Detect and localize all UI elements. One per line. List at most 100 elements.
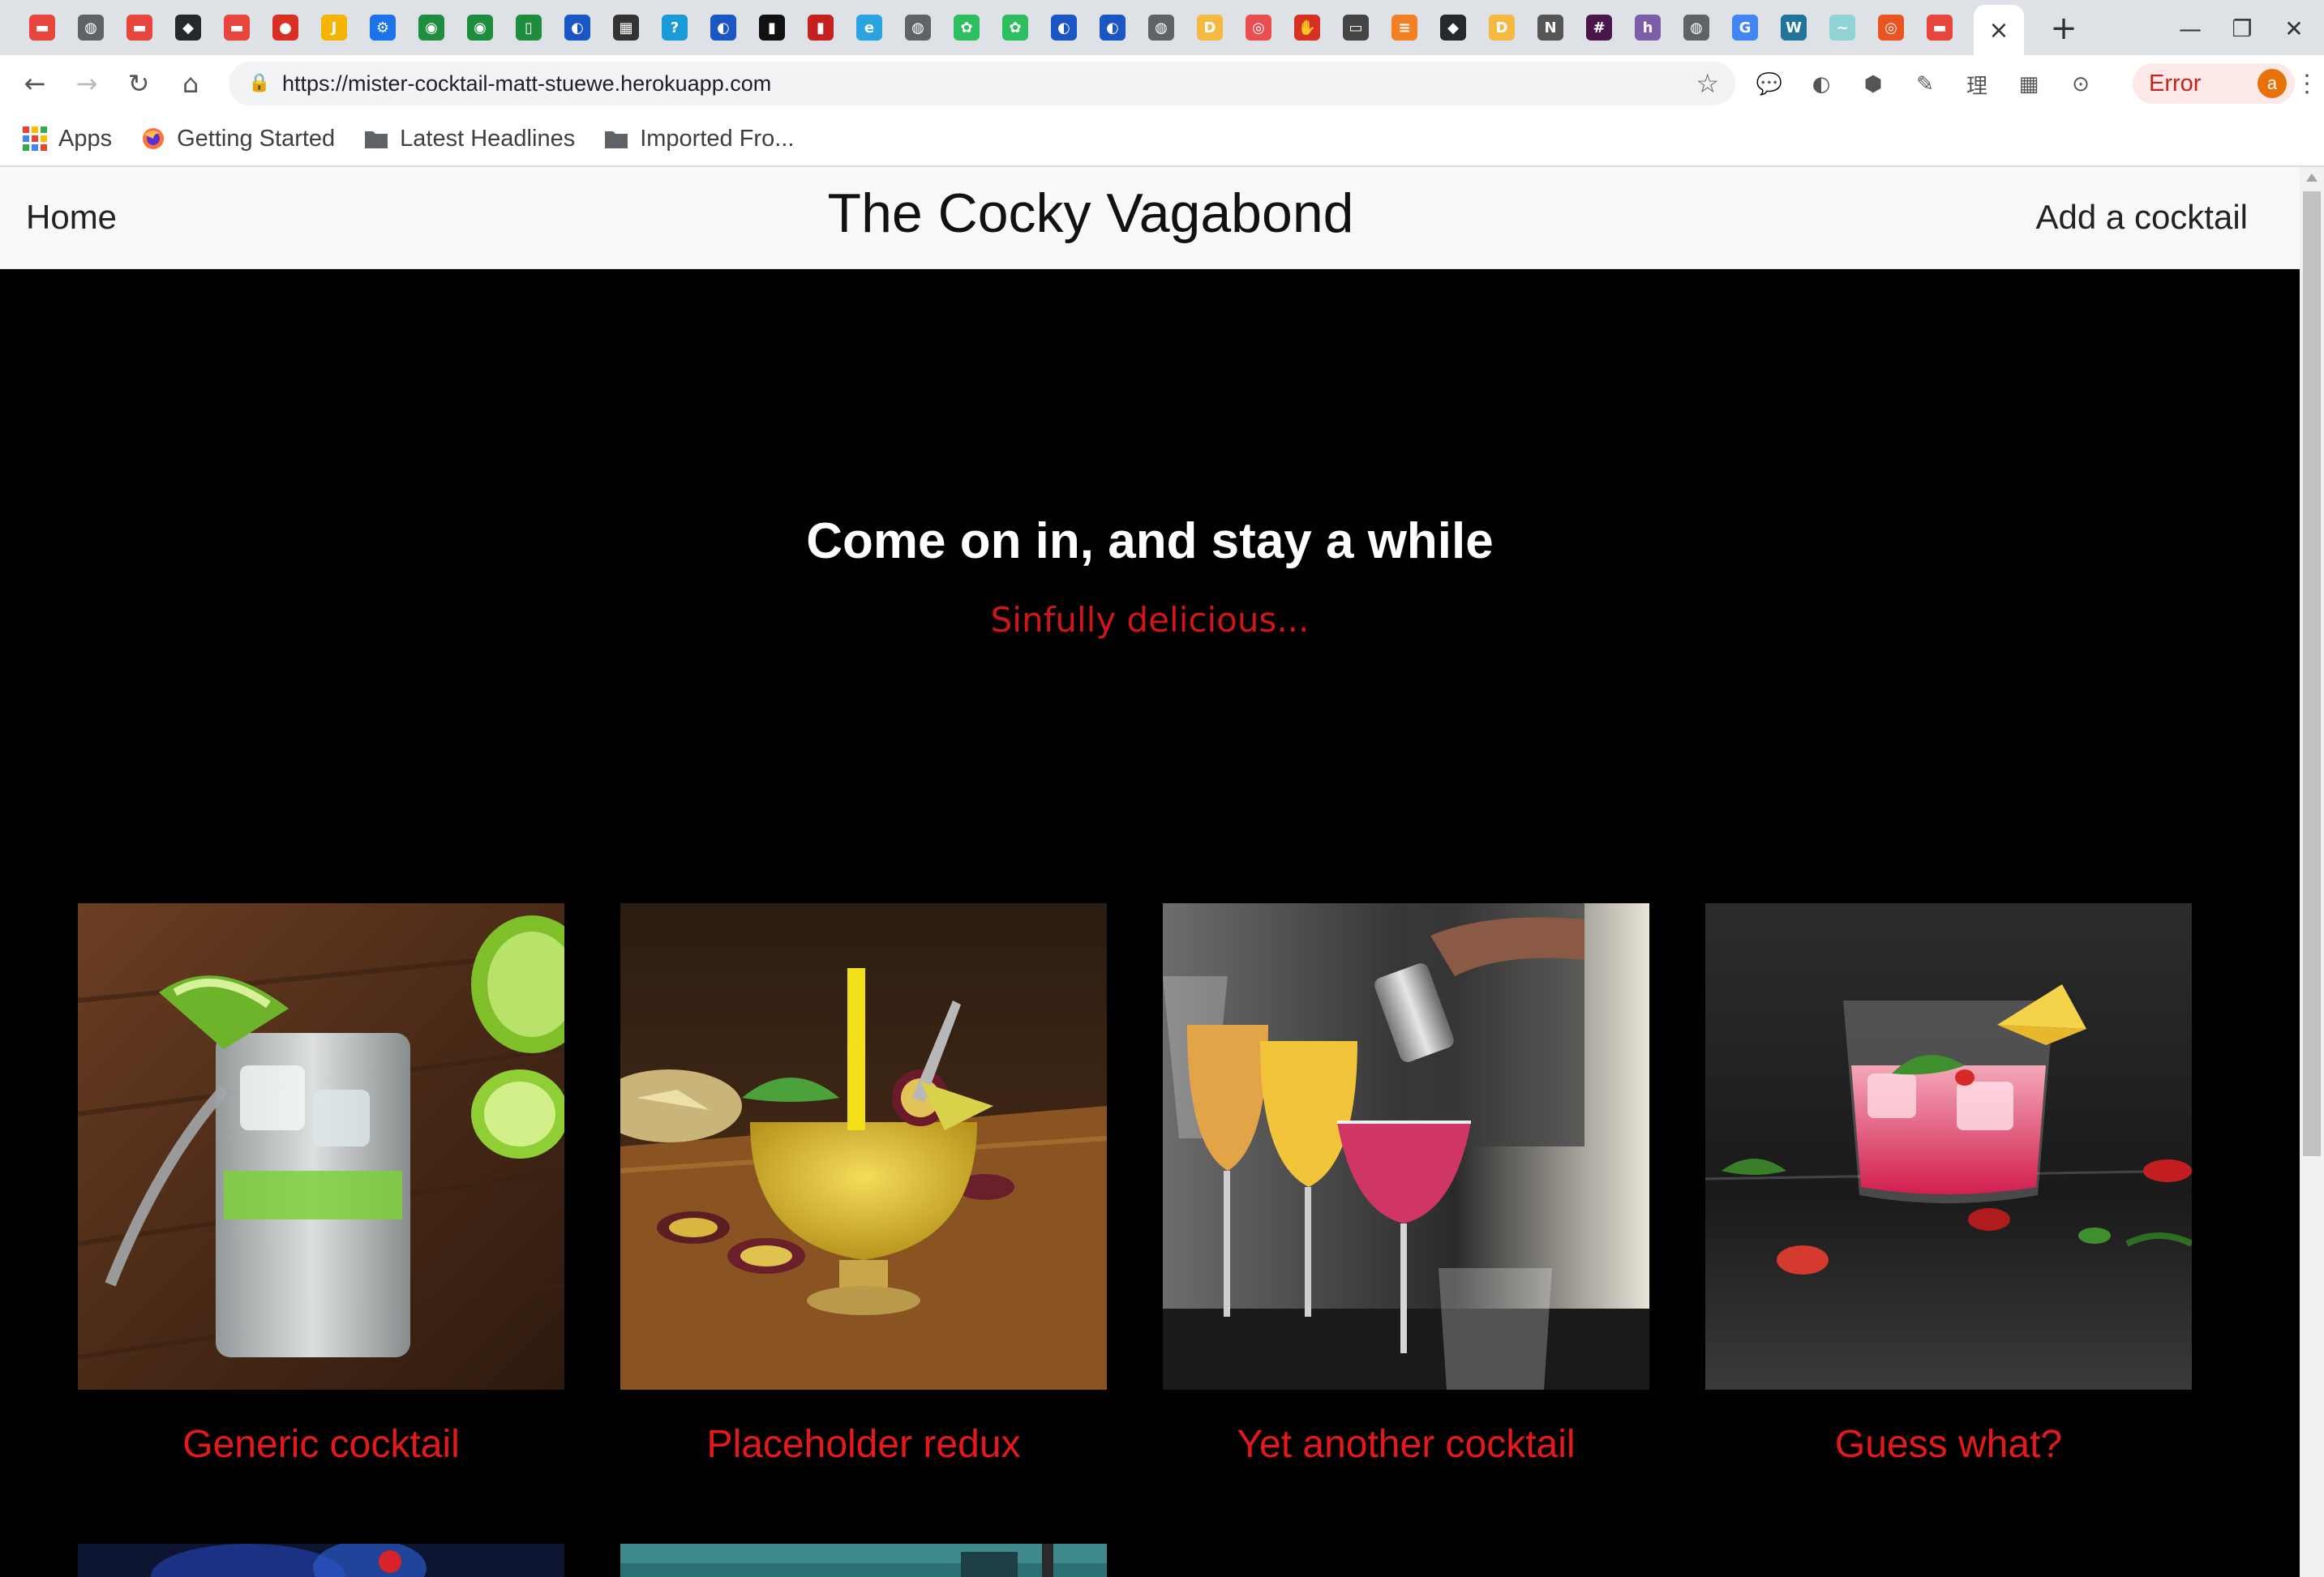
reload-icon[interactable]: ↻ (118, 63, 159, 104)
favicon-glyph: # (1586, 15, 1612, 41)
tab-favicon-icon[interactable]: W (1769, 3, 1818, 52)
tab-favicon-icon[interactable]: ▮ (748, 3, 796, 52)
cocktail-card-partial[interactable] (620, 1544, 1107, 1577)
cocktail-card[interactable]: Placeholder redux (620, 903, 1107, 1467)
tab-favicon-icon[interactable]: ✿ (991, 3, 1040, 52)
home-icon[interactable]: ⌂ (170, 63, 211, 104)
passionfruit-cocktail-photo[interactable] (620, 903, 1107, 1390)
window-close-icon[interactable]: ✕ (2274, 8, 2314, 49)
tab-favicon-icon[interactable]: h (1623, 3, 1672, 52)
tab-favicon-icon[interactable]: G (1721, 3, 1769, 52)
bookmark-latest-headlines[interactable]: Latest Headlines (364, 126, 575, 152)
tab-favicon-icon[interactable]: ◎ (1867, 3, 1915, 52)
extension-icon[interactable]: 💬 (1752, 66, 1787, 102)
favicon-glyph: ~ (1829, 15, 1855, 41)
tab-favicon-icon[interactable]: ≡ (1380, 3, 1429, 52)
extension-icon[interactable]: ◐ (1803, 66, 1839, 102)
tab-favicon-icon[interactable]: D (1186, 3, 1234, 52)
back-arrow-icon[interactable]: ← (15, 63, 55, 104)
cocktail-name[interactable]: Generic cocktail (78, 1422, 564, 1467)
tab-favicon-icon[interactable]: e (845, 3, 894, 52)
tab-favicon-icon[interactable]: ▬ (212, 3, 261, 52)
cocktail-name[interactable]: Placeholder redux (620, 1422, 1107, 1467)
vertical-scrollbar[interactable] (2300, 167, 2324, 1577)
tab-favicon-icon[interactable]: ▦ (602, 3, 650, 52)
maximize-icon[interactable]: ❐ (2222, 8, 2262, 49)
favicon-glyph: ✋ (1294, 15, 1320, 41)
tab-favicon-icon[interactable]: ▬ (18, 3, 66, 52)
tab-favicon-icon[interactable]: ◍ (1137, 3, 1186, 52)
cocktail-card[interactable]: Yet another cocktail (1163, 903, 1649, 1467)
tab-favicon-icon[interactable]: ▮ (796, 3, 845, 52)
tab-favicon-icon[interactable]: ◎ (1234, 3, 1283, 52)
new-tab-button[interactable]: + (2043, 8, 2084, 49)
favicon-glyph: ◐ (710, 15, 736, 41)
url-text[interactable]: https://mister-cocktail-matt-stuewe.hero… (282, 62, 771, 105)
apps-grid-dot (23, 144, 29, 151)
cocktail-card[interactable]: Generic cocktail (78, 903, 564, 1467)
bookmarks-bar: Apps Getting Started Latest Headlines Im… (0, 112, 2324, 167)
extension-icon[interactable]: ▦ (2011, 66, 2047, 102)
tab-favicon-icon[interactable]: N (1526, 3, 1575, 52)
tab-favicon-icon[interactable]: ? (650, 3, 699, 52)
tab-favicon-icon[interactable]: ● (261, 3, 310, 52)
tab-favicon-icon[interactable]: ◆ (164, 3, 212, 52)
cocktail-card[interactable]: Guess what? (1705, 903, 2192, 1467)
tab-favicon-icon[interactable]: ▯ (504, 3, 553, 52)
bookmark-star-icon[interactable]: ☆ (1696, 62, 1719, 105)
bookmark-apps[interactable]: Apps (23, 126, 112, 152)
forward-arrow-icon[interactable]: → (66, 63, 107, 104)
bookmark-label: Imported Fro... (640, 125, 795, 152)
minimize-icon[interactable]: — (2170, 8, 2210, 49)
active-tab-close-icon[interactable]: × (1974, 5, 2024, 55)
favicon-glyph: ◎ (1246, 15, 1271, 41)
tab-favicon-icon[interactable]: ◐ (553, 3, 602, 52)
tab-favicon-icon[interactable]: ◆ (1429, 3, 1477, 52)
extension-icon[interactable]: ✎ (1907, 66, 1943, 102)
tab-favicon-icon[interactable]: ▭ (1331, 3, 1380, 52)
favicon-glyph: G (1732, 15, 1758, 41)
scrollbar-thumb[interactable] (2303, 191, 2321, 1156)
kebab-menu-icon[interactable]: ⋮ (2295, 63, 2319, 104)
tab-favicon-icon[interactable]: # (1575, 3, 1623, 52)
tab-favicon-icon[interactable]: ◐ (1088, 3, 1137, 52)
favicon-glyph: ◐ (1051, 15, 1077, 41)
tab-favicon-icon[interactable]: ◐ (699, 3, 748, 52)
hero-subtitle: Sinfully delicious... (990, 600, 1310, 640)
cocktail-card-partial[interactable] (78, 1544, 564, 1577)
nav-add-cocktail-link[interactable]: Add a cocktail (2036, 198, 2248, 237)
tab-favicon-icon[interactable]: J (310, 3, 358, 52)
tab-favicon-icon[interactable]: ◍ (1672, 3, 1721, 52)
apps-grid-dot (23, 126, 29, 133)
tab-favicon-icon[interactable]: ◍ (894, 3, 942, 52)
tab-favicon-icon[interactable]: D (1477, 3, 1526, 52)
tab-favicon-icon[interactable]: ◐ (1040, 3, 1088, 52)
address-bar[interactable]: 🔒 https://mister-cocktail-matt-stuewe.he… (229, 62, 1735, 105)
bookmark-getting-started[interactable]: Getting Started (141, 126, 335, 152)
extension-icon[interactable]: ⊙ (2063, 66, 2099, 102)
site-title: The Cocky Vagabond (827, 182, 1354, 244)
bookmark-imported[interactable]: Imported Fro... (604, 126, 794, 152)
profile-error-button[interactable]: Error a (2133, 63, 2295, 104)
lock-icon[interactable]: 🔒 (248, 72, 271, 95)
tab-favicon-icon[interactable]: ◉ (456, 3, 504, 52)
bartender-pouring-photo[interactable] (1163, 903, 1649, 1390)
extension-icon[interactable]: ⬢ (1855, 66, 1891, 102)
tab-favicon-icon[interactable]: ~ (1818, 3, 1867, 52)
gin-tonic-lime-photo[interactable] (78, 903, 564, 1390)
favicon-glyph: ▬ (224, 15, 250, 41)
tab-favicon-icon[interactable]: ✿ (942, 3, 991, 52)
tab-favicon-icon[interactable]: ▬ (1915, 3, 1964, 52)
cocktail-name[interactable]: Yet another cocktail (1163, 1422, 1649, 1467)
cocktail-name[interactable]: Guess what? (1705, 1422, 2192, 1467)
tab-favicon-icon[interactable]: ✋ (1283, 3, 1331, 52)
extension-icon[interactable]: 理 (1959, 66, 1995, 102)
tab-favicon-icon[interactable]: ◍ (66, 3, 115, 52)
avatar: a (2258, 69, 2287, 98)
tab-favicon-icon[interactable]: ⚙ (358, 3, 407, 52)
red-cocktail-pineapple-photo[interactable] (1705, 903, 2192, 1390)
scroll-up-arrow-icon[interactable] (2306, 174, 2318, 182)
tab-favicon-icon[interactable]: ◉ (407, 3, 456, 52)
page-viewport: Home The Cocky Vagabond Add a cocktail C… (0, 167, 2300, 1577)
tab-favicon-icon[interactable]: ▬ (115, 3, 164, 52)
